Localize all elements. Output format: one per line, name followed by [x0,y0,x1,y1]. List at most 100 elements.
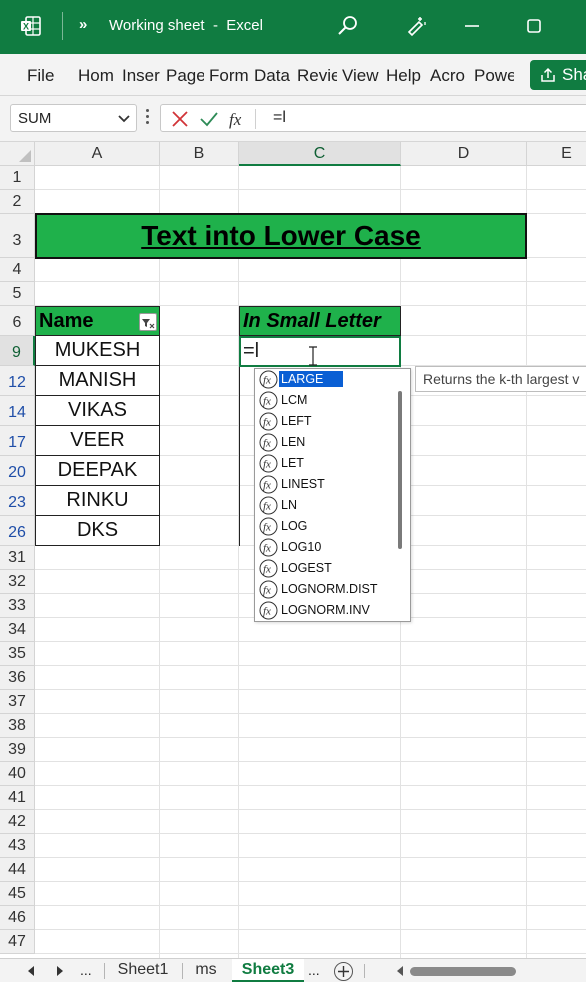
add-sheet-button[interactable] [334,962,353,981]
name-box[interactable]: SUM [10,104,137,132]
column-header-e[interactable]: E [527,142,586,166]
enter-check-icon[interactable] [198,108,220,130]
column-header-d[interactable]: D [401,142,527,166]
small-letter-header-cell[interactable]: In Small Letter [239,306,401,336]
insert-function-icon[interactable]: fx [227,108,249,130]
name-cell[interactable]: RINKU [35,486,160,516]
row-header[interactable]: 32 [0,570,35,594]
autocomplete-item[interactable]: fx LOG [255,516,410,537]
autocomplete-item[interactable]: fx LARGE [255,369,410,390]
row-header[interactable]: 5 [0,282,35,306]
row-header[interactable]: 43 [0,834,35,858]
more-sheets-left[interactable]: ... [80,962,92,978]
menu-insert[interactable]: Inser [122,66,160,86]
menu-help[interactable]: Help [386,66,424,86]
designer-magic-icon[interactable] [404,14,428,38]
column-header-a[interactable]: A [35,142,160,166]
scroll-tabs-right-icon[interactable] [56,966,64,976]
row-header[interactable]: 12 [0,366,35,396]
row-header[interactable]: 44 [0,858,35,882]
row-header[interactable]: 39 [0,738,35,762]
row-header[interactable]: 2 [0,190,35,214]
name-cell[interactable]: MANISH [35,366,160,396]
row-header[interactable]: 14 [0,396,35,426]
row-header[interactable]: 45 [0,882,35,906]
autocomplete-item[interactable]: fx LN [255,495,410,516]
row-header[interactable]: 31 [0,546,35,570]
autocomplete-item[interactable]: fx LOGEST [255,558,410,579]
row-header[interactable]: 23 [0,486,35,516]
svg-text:fx: fx [263,480,271,492]
menu-acrobat[interactable]: Acro [430,66,468,86]
row-header[interactable]: 17 [0,426,35,456]
row-header[interactable]: 33 [0,594,35,618]
row-header[interactable]: 9 [0,336,35,366]
autocomplete-item[interactable]: fx LET [255,453,410,474]
sheet-tab-ms[interactable]: ms [186,959,226,982]
row-header[interactable]: 37 [0,690,35,714]
column-header-c[interactable]: C [239,142,401,166]
formula-input[interactable]: =l [273,109,286,127]
formula-input-area[interactable]: fx =l [160,104,586,132]
menu-view[interactable]: View [342,66,382,86]
autocomplete-scrollbar[interactable] [398,391,402,549]
function-icon: fx [259,496,278,515]
autocomplete-item[interactable]: fx LEFT [255,411,410,432]
row-header[interactable]: 35 [0,642,35,666]
select-all-button[interactable] [0,142,35,166]
autocomplete-item[interactable]: fx LOGNORM.DIST [255,579,410,600]
autocomplete-item[interactable]: fx LOGNORM.INV [255,600,410,621]
quick-access-more-button[interactable]: » [79,16,87,33]
row-header[interactable]: 36 [0,666,35,690]
scroll-tabs-left-icon[interactable] [27,966,35,976]
name-cell[interactable]: DKS [35,516,160,546]
row-header[interactable]: 1 [0,166,35,190]
name-cell[interactable]: DEEPAK [35,456,160,486]
row-header[interactable]: 20 [0,456,35,486]
autocomplete-item[interactable]: fx LEN [255,432,410,453]
menu-power-pivot[interactable]: Powe [474,66,514,86]
autocomplete-item[interactable]: fx LOG10 [255,537,410,558]
name-cell[interactable]: VIKAS [35,396,160,426]
name-header-cell[interactable]: Name [35,306,160,336]
menu-home[interactable]: Hom [78,66,116,86]
menu-data[interactable]: Data [254,66,292,86]
row-header[interactable]: 38 [0,714,35,738]
formula-bar-grip-icon[interactable] [146,107,150,127]
title-banner-cell[interactable]: Text into Lower Case [35,213,527,259]
row-header[interactable]: 3 [0,214,35,258]
menu-formulas[interactable]: Form [209,66,249,86]
sheet-tab-sheet1[interactable]: Sheet1 [108,959,178,982]
tab-separator [364,964,365,978]
menu-file[interactable]: File [27,66,57,86]
row-header[interactable]: 47 [0,930,35,954]
row-header[interactable]: 40 [0,762,35,786]
row-header[interactable]: 6 [0,306,35,336]
name-cell[interactable]: MUKESH [35,336,160,366]
row-header[interactable]: 34 [0,618,35,642]
autocomplete-item[interactable]: fx LCM [255,390,410,411]
scroll-left-icon[interactable] [396,966,404,976]
row-header[interactable]: 41 [0,786,35,810]
column-header-b[interactable]: B [160,142,239,166]
row-header[interactable]: 46 [0,906,35,930]
share-button[interactable]: Sha [530,60,586,90]
cancel-icon[interactable] [169,108,191,130]
autocomplete-item[interactable]: fx LINEST [255,474,410,495]
filter-dropdown-button[interactable] [139,313,157,331]
search-icon[interactable] [336,14,360,38]
row-header[interactable]: 26 [0,516,35,546]
maximize-icon[interactable] [522,14,546,38]
minimize-icon[interactable] [460,14,484,38]
sheet-tab-sheet3[interactable]: Sheet3 [232,959,304,982]
chevron-down-icon[interactable] [118,114,130,124]
row-header[interactable]: 4 [0,258,35,282]
name-cell[interactable]: VEER [35,426,160,456]
more-sheets-right[interactable]: ... [308,962,320,978]
horizontal-scrollbar-thumb[interactable] [410,967,516,976]
row-header[interactable]: 42 [0,810,35,834]
function-autocomplete-list[interactable]: fx LARGE fx LCM fx LEFT fx LEN fx LET fx… [254,368,411,622]
active-cell-c9[interactable]: =l [239,336,401,367]
menu-page-layout[interactable]: Page [166,66,204,86]
menu-review[interactable]: Revie [297,66,337,86]
